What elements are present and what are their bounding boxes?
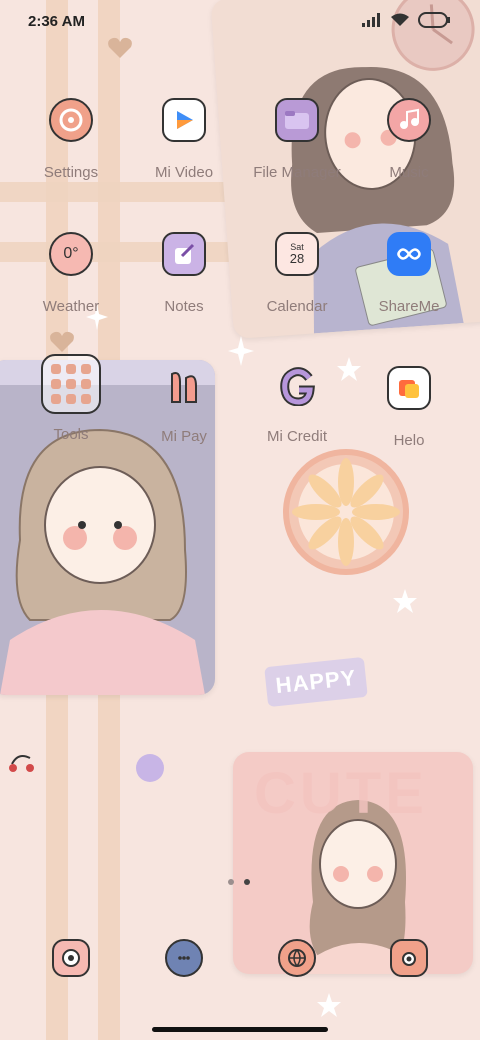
helo-icon — [387, 366, 431, 410]
page-dot[interactable] — [228, 879, 234, 885]
home-indicator[interactable] — [152, 1027, 328, 1032]
status-bar: 2:36 AM — [0, 0, 480, 44]
app-label: ShareMe — [378, 298, 440, 315]
dock-phone[interactable] — [49, 934, 93, 978]
app-label: Music — [389, 164, 429, 181]
wifi-icon — [391, 13, 409, 26]
page-indicator — [228, 879, 250, 885]
app-weather[interactable]: 0° Weather — [16, 232, 126, 342]
mipay-icon — [164, 366, 204, 406]
app-calendar[interactable]: Sat 28 Calendar — [242, 232, 352, 342]
shareme-icon — [387, 232, 431, 276]
play-icon — [162, 98, 206, 142]
app-label: Mi Credit — [266, 428, 327, 445]
weather-temperature: 0° — [63, 245, 79, 262]
notes-icon — [162, 232, 206, 276]
calendar-date: 28 — [289, 251, 305, 266]
cute-text: CUTE — [254, 761, 428, 826]
star-icon — [393, 589, 417, 613]
app-label: Notes — [164, 298, 204, 315]
music-icon — [387, 98, 431, 142]
phone-icon — [52, 939, 90, 977]
micredit-icon — [277, 366, 317, 406]
settings-icon — [49, 98, 93, 142]
messages-icon — [165, 939, 203, 977]
folder-icon — [275, 98, 319, 142]
weather-icon: 0° — [49, 232, 93, 276]
app-label: Tools — [53, 426, 89, 443]
striped-circle-icon — [136, 754, 164, 782]
page-dot-active[interactable] — [244, 879, 250, 885]
app-mi-pay[interactable]: Mi Pay — [129, 366, 239, 476]
app-mi-credit[interactable]: Mi Credit — [242, 366, 352, 476]
browser-icon — [278, 939, 316, 977]
app-file-manager[interactable]: File Manager — [242, 98, 352, 208]
app-mi-video[interactable]: Mi Video — [129, 98, 239, 208]
calendar-icon: Sat 28 — [275, 232, 319, 276]
app-tools-folder[interactable]: Tools — [16, 354, 126, 464]
app-music[interactable]: Music — [354, 98, 464, 208]
status-time: 2:36 AM — [28, 13, 85, 30]
app-settings[interactable]: Settings — [16, 98, 126, 208]
dock-browser[interactable] — [275, 934, 319, 978]
app-label: File Manager — [253, 164, 341, 181]
happy-sticker: HAPPY — [264, 656, 368, 708]
app-notes[interactable]: Notes — [129, 232, 239, 342]
signal-icon — [362, 13, 380, 27]
battery-icon — [418, 12, 450, 28]
cherry-icon — [9, 755, 34, 772]
camera-icon — [390, 939, 428, 977]
app-helo[interactable]: Helo — [354, 366, 464, 476]
star-icon — [317, 993, 341, 1017]
app-label: Mi Pay — [161, 428, 207, 445]
app-label: Weather — [42, 298, 100, 315]
app-shareme[interactable]: ShareMe — [354, 232, 464, 342]
folder-grid-icon — [41, 354, 101, 414]
dock-camera[interactable] — [387, 934, 431, 978]
app-label: Mi Video — [154, 164, 214, 181]
app-label: Calendar — [266, 298, 328, 315]
app-label: Helo — [393, 432, 425, 449]
app-label: Settings — [43, 164, 99, 181]
dock-messages[interactable] — [162, 934, 206, 978]
